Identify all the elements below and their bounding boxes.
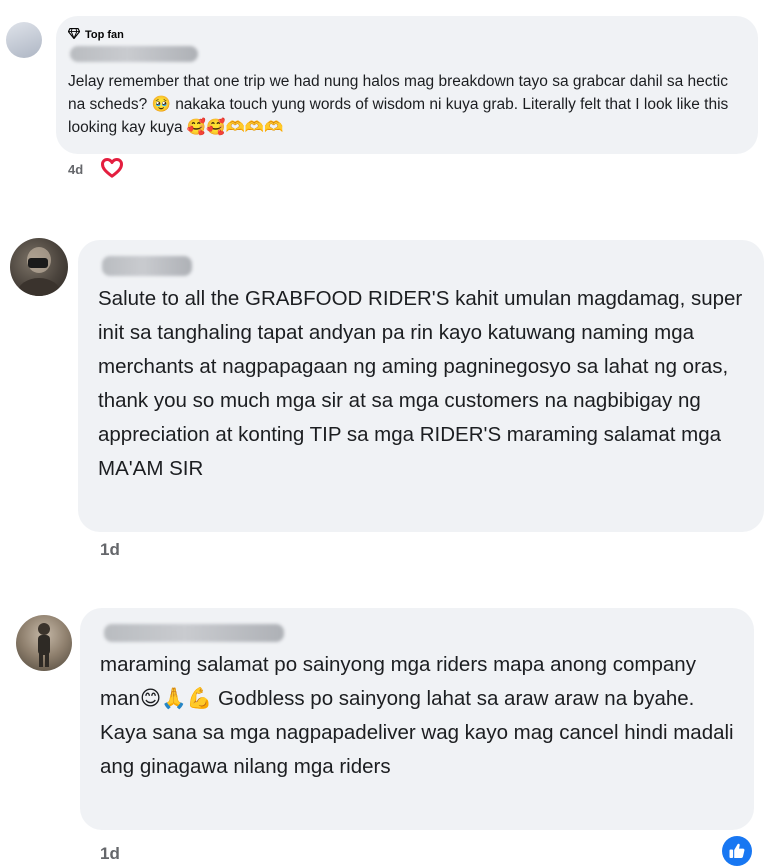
comment-time[interactable]: 1d <box>100 844 120 864</box>
thumbs-up-icon[interactable] <box>722 836 752 866</box>
comment-meta: 1d <box>100 844 120 864</box>
avatar[interactable] <box>6 22 42 58</box>
comment-meta: 1d <box>100 540 120 560</box>
comments-thread: Top fan Jelay remember that one trip we … <box>0 0 770 867</box>
comment-time[interactable]: 1d <box>100 540 120 560</box>
comment-bubble: maraming salamat po sainyong mga riders … <box>80 608 754 830</box>
comment-time[interactable]: 4d <box>68 162 83 177</box>
top-fan-badge: Top fan <box>67 27 742 42</box>
comment-meta: 4d <box>68 158 124 181</box>
comment-text: Jelay remember that one trip we had nung… <box>68 73 729 136</box>
author-name-redacted[interactable] <box>70 46 198 62</box>
heart-outline-icon[interactable] <box>101 158 124 181</box>
avatar[interactable] <box>10 238 68 296</box>
comment-text: Salute to all the GRABFOOD RIDER'S kahit… <box>98 287 743 480</box>
diamond-icon <box>67 27 81 42</box>
avatar[interactable] <box>16 615 72 671</box>
comment-bubble: Salute to all the GRABFOOD RIDER'S kahit… <box>78 240 764 532</box>
comment-text: maraming salamat po sainyong mga riders … <box>100 653 734 778</box>
badge-label: Top fan <box>85 29 124 41</box>
comment-bubble: Top fan Jelay remember that one trip we … <box>56 16 758 154</box>
author-name-redacted[interactable] <box>104 624 284 642</box>
author-name-redacted[interactable] <box>102 256 192 276</box>
